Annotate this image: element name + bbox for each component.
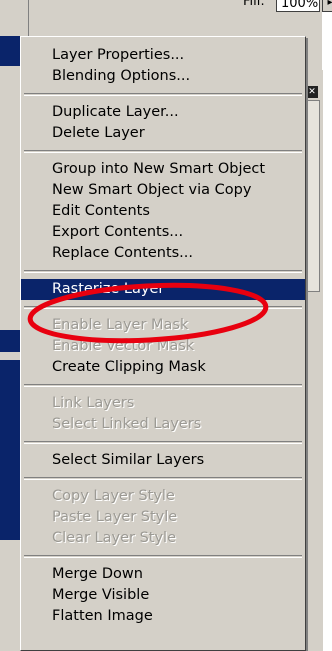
menu-item-link-layers: Link Layers: [52, 395, 135, 411]
menu-item-replace-contents[interactable]: Replace Contents...: [21, 243, 305, 264]
menu-item-rasterize-layer[interactable]: Rasterize Layer: [21, 279, 305, 300]
menu-separator: [24, 306, 302, 309]
menu-item-clear-layer-style: Clear Layer Style: [52, 530, 176, 546]
layer-context-menu: Layer Properties... Blending Options... Du…: [20, 36, 306, 651]
menu-item-enable-vector-mask: Enable Vector Mask: [52, 338, 195, 354]
menu-item-blending-options[interactable]: Blending Options...: [21, 66, 305, 87]
fill-arrow-icon[interactable]: ▸: [322, 0, 332, 12]
menu-separator: [24, 150, 302, 153]
menu-item-copy-layer-style: Copy Layer Style: [52, 488, 175, 504]
layers-panel-toolbar: Fill: 100% ▸: [28, 0, 332, 20]
menu-item-new-smart-object-via-copy[interactable]: New Smart Object via Copy: [21, 180, 305, 201]
fill-input[interactable]: 100%: [276, 0, 320, 12]
menu-separator: [24, 93, 302, 96]
menu-separator: [24, 555, 302, 558]
menu-item-duplicate-layer[interactable]: Duplicate Layer...: [21, 102, 305, 123]
menu-item-merge-down[interactable]: Merge Down: [21, 564, 305, 585]
menu-item-delete-layer[interactable]: Delete Layer: [21, 123, 305, 144]
menu-item-merge-visible[interactable]: Merge Visible: [21, 585, 305, 606]
fill-label: Fill:: [243, 0, 265, 9]
menu-separator: [24, 384, 302, 387]
menu-item-paste-layer-style: Paste Layer Style: [52, 509, 178, 525]
menu-item-edit-contents[interactable]: Edit Contents: [21, 201, 305, 222]
menu-item-flatten-image[interactable]: Flatten Image: [21, 606, 305, 627]
menu-separator: [24, 441, 302, 444]
context-menu-items: Layer Properties... Blending Options... Du…: [21, 45, 305, 627]
menu-item-select-linked-layers: Select Linked Layers: [52, 416, 202, 432]
menu-item-select-similar-layers[interactable]: Select Similar Layers: [21, 450, 305, 471]
menu-separator: [24, 477, 302, 480]
menu-item-layer-properties[interactable]: Layer Properties...: [21, 45, 305, 66]
menu-item-export-contents[interactable]: Export Contents...: [21, 222, 305, 243]
menu-separator: [24, 270, 302, 273]
panel-scrollbar[interactable]: [304, 100, 320, 292]
menu-item-create-clipping-mask[interactable]: Create Clipping Mask: [21, 357, 305, 378]
menu-item-group-into-new-smart-object[interactable]: Group into New Smart Object: [21, 159, 305, 180]
close-icon[interactable]: ✕: [306, 86, 318, 98]
menu-item-enable-layer-mask: Enable Layer Mask: [52, 317, 189, 333]
